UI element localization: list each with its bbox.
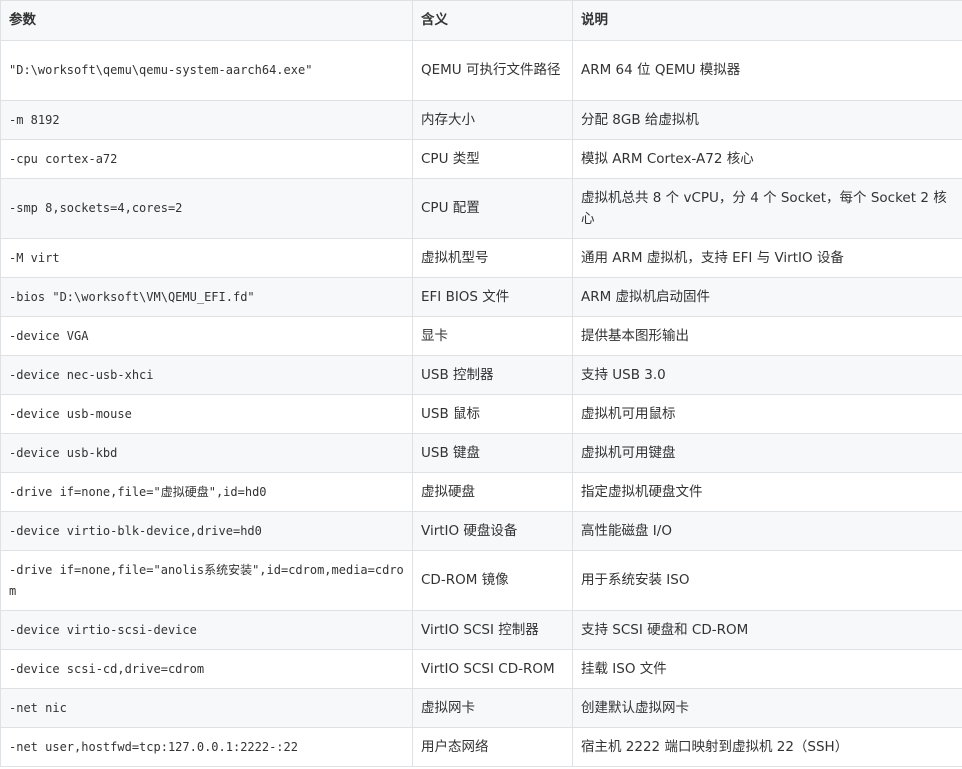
description-cell: 创建默认虚拟网卡 bbox=[572, 688, 962, 728]
meaning-cell: USB 控制器 bbox=[412, 355, 573, 395]
param-cell: -device scsi-cd,drive=cdrom bbox=[0, 649, 413, 689]
qemu-params-table: 参数 含义 说明 "D:\worksoft\qemu\qemu-system-a… bbox=[0, 0, 962, 767]
table-row: -net user,hostfwd=tcp:127.0.0.1:2222-:22… bbox=[0, 727, 962, 767]
param-cell: -device virtio-blk-device,drive=hd0 bbox=[0, 511, 413, 551]
table-row: -device virtio-blk-device,drive=hd0 Virt… bbox=[0, 511, 962, 551]
description-cell: 高性能磁盘 I/O bbox=[572, 511, 962, 551]
table-row: -device nec-usb-xhci USB 控制器 支持 USB 3.0 bbox=[0, 355, 962, 395]
param-cell: -drive if=none,file="虚拟硬盘",id=hd0 bbox=[0, 472, 413, 512]
meaning-cell: 显卡 bbox=[412, 316, 573, 356]
meaning-cell: 虚拟机型号 bbox=[412, 238, 573, 278]
description-cell: ARM 64 位 QEMU 模拟器 bbox=[572, 40, 962, 101]
param-cell: -net nic bbox=[0, 688, 413, 728]
table-row: -smp 8,sockets=4,cores=2 CPU 配置 虚拟机总共 8 … bbox=[0, 178, 962, 239]
header-meaning: 含义 bbox=[412, 0, 573, 41]
table-row: -bios "D:\worksoft\VM\QEMU_EFI.fd" EFI B… bbox=[0, 277, 962, 317]
param-cell: -smp 8,sockets=4,cores=2 bbox=[0, 178, 413, 239]
description-cell: 虚拟机可用键盘 bbox=[572, 433, 962, 473]
meaning-cell: VirtIO SCSI 控制器 bbox=[412, 610, 573, 650]
description-cell: 通用 ARM 虚拟机，支持 EFI 与 VirtIO 设备 bbox=[572, 238, 962, 278]
param-cell: -device usb-kbd bbox=[0, 433, 413, 473]
meaning-cell: QEMU 可执行文件路径 bbox=[412, 40, 573, 101]
table-header-row: 参数 含义 说明 bbox=[0, 0, 962, 41]
table-row: -device scsi-cd,drive=cdrom VirtIO SCSI … bbox=[0, 649, 962, 689]
description-cell: 用于系统安装 ISO bbox=[572, 550, 962, 611]
header-description: 说明 bbox=[572, 0, 962, 41]
table-row: -drive if=none,file="anolis系统安装",id=cdro… bbox=[0, 550, 962, 611]
description-cell: 支持 USB 3.0 bbox=[572, 355, 962, 395]
table-row: "D:\worksoft\qemu\qemu-system-aarch64.ex… bbox=[0, 40, 962, 101]
description-cell: 虚拟机总共 8 个 vCPU，分 4 个 Socket，每个 Socket 2 … bbox=[572, 178, 962, 239]
description-cell: 虚拟机可用鼠标 bbox=[572, 394, 962, 434]
description-cell: 指定虚拟机硬盘文件 bbox=[572, 472, 962, 512]
meaning-cell: VirtIO 硬盘设备 bbox=[412, 511, 573, 551]
param-cell: -device VGA bbox=[0, 316, 413, 356]
description-cell: 宿主机 2222 端口映射到虚拟机 22（SSH） bbox=[572, 727, 962, 767]
param-cell: "D:\worksoft\qemu\qemu-system-aarch64.ex… bbox=[0, 40, 413, 101]
param-cell: -device nec-usb-xhci bbox=[0, 355, 413, 395]
table-row: -net nic 虚拟网卡 创建默认虚拟网卡 bbox=[0, 688, 962, 728]
description-cell: 支持 SCSI 硬盘和 CD-ROM bbox=[572, 610, 962, 650]
table-row: -device virtio-scsi-device VirtIO SCSI 控… bbox=[0, 610, 962, 650]
param-cell: -device usb-mouse bbox=[0, 394, 413, 434]
param-cell: -device virtio-scsi-device bbox=[0, 610, 413, 650]
meaning-cell: USB 鼠标 bbox=[412, 394, 573, 434]
meaning-cell: 用户态网络 bbox=[412, 727, 573, 767]
meaning-cell: CD-ROM 镜像 bbox=[412, 550, 573, 611]
table-row: -m 8192 内存大小 分配 8GB 给虚拟机 bbox=[0, 100, 962, 140]
table-row: -cpu cortex-a72 CPU 类型 模拟 ARM Cortex-A72… bbox=[0, 139, 962, 179]
meaning-cell: CPU 类型 bbox=[412, 139, 573, 179]
meaning-cell: 虚拟硬盘 bbox=[412, 472, 573, 512]
header-param: 参数 bbox=[0, 0, 413, 41]
param-cell: -m 8192 bbox=[0, 100, 413, 140]
description-cell: 提供基本图形输出 bbox=[572, 316, 962, 356]
param-cell: -cpu cortex-a72 bbox=[0, 139, 413, 179]
description-cell: 挂载 ISO 文件 bbox=[572, 649, 962, 689]
description-cell: 分配 8GB 给虚拟机 bbox=[572, 100, 962, 140]
table-row: -M virt 虚拟机型号 通用 ARM 虚拟机，支持 EFI 与 VirtIO… bbox=[0, 238, 962, 278]
description-cell: ARM 虚拟机启动固件 bbox=[572, 277, 962, 317]
param-cell: -drive if=none,file="anolis系统安装",id=cdro… bbox=[0, 550, 413, 611]
meaning-cell: 内存大小 bbox=[412, 100, 573, 140]
meaning-cell: USB 键盘 bbox=[412, 433, 573, 473]
table-row: -drive if=none,file="虚拟硬盘",id=hd0 虚拟硬盘 指… bbox=[0, 472, 962, 512]
meaning-cell: CPU 配置 bbox=[412, 178, 573, 239]
meaning-cell: VirtIO SCSI CD-ROM bbox=[412, 649, 573, 689]
param-cell: -net user,hostfwd=tcp:127.0.0.1:2222-:22 bbox=[0, 727, 413, 767]
table-row: -device usb-kbd USB 键盘 虚拟机可用键盘 bbox=[0, 433, 962, 473]
description-cell: 模拟 ARM Cortex-A72 核心 bbox=[572, 139, 962, 179]
table-row: -device VGA 显卡 提供基本图形输出 bbox=[0, 316, 962, 356]
param-cell: -M virt bbox=[0, 238, 413, 278]
param-cell: -bios "D:\worksoft\VM\QEMU_EFI.fd" bbox=[0, 277, 413, 317]
meaning-cell: 虚拟网卡 bbox=[412, 688, 573, 728]
meaning-cell: EFI BIOS 文件 bbox=[412, 277, 573, 317]
table-row: -device usb-mouse USB 鼠标 虚拟机可用鼠标 bbox=[0, 394, 962, 434]
